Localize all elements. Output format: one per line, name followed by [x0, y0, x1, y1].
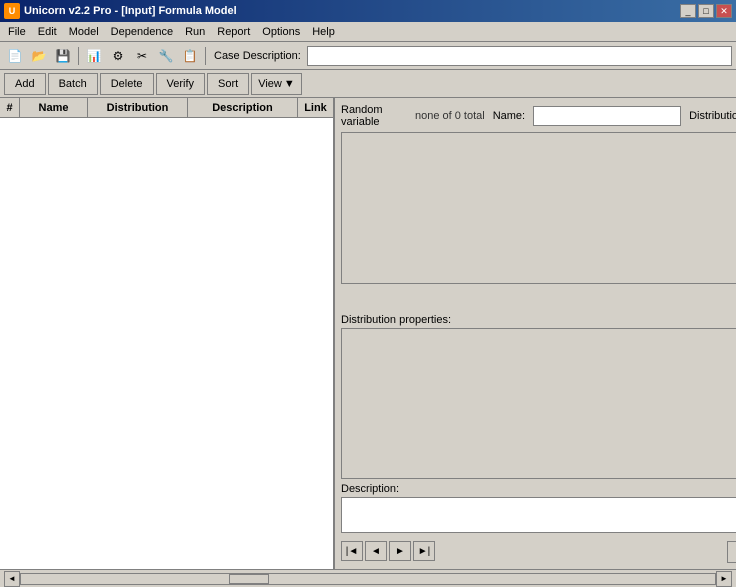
case-desc-input[interactable] [307, 46, 732, 66]
right-panel: Random variable none of 0 total Name: Di… [335, 98, 736, 569]
menu-file[interactable]: File [2, 22, 32, 41]
random-variable-label: Random variable [341, 104, 407, 128]
rv-name-input[interactable] [533, 106, 681, 126]
menu-options[interactable]: Options [256, 22, 306, 41]
menu-dependence[interactable]: Dependence [105, 22, 179, 41]
nav-last-button[interactable]: ►| [413, 541, 435, 561]
nav-prev-button[interactable]: ◄ [365, 541, 387, 561]
verify-button[interactable]: Verify [156, 73, 206, 95]
nav-buttons: |◄ ◄ ► ►| [341, 541, 435, 561]
batch-button[interactable]: Batch [48, 73, 98, 95]
sort-button[interactable]: Sort [207, 73, 249, 95]
scrollbar-thumb[interactable] [229, 574, 269, 584]
scrollbar[interactable] [20, 573, 716, 585]
view-arrow-icon: ▼ [284, 78, 295, 90]
col-header-link: Link [298, 98, 333, 117]
toolbar-separator-2 [205, 47, 206, 65]
maximize-button[interactable]: □ [698, 4, 714, 18]
description-input[interactable] [341, 497, 736, 533]
left-panel: # Name Distribution Description Link [0, 98, 335, 569]
open-button[interactable]: 📂 [28, 45, 50, 67]
title-bar: U Unicorn v2.2 Pro - [Input] Formula Mod… [0, 0, 736, 22]
col-header-name: Name [20, 98, 88, 117]
rv-canvas [341, 132, 736, 284]
minimize-button[interactable]: _ [680, 4, 696, 18]
formula-plot-tabs: Formula Plot [341, 288, 736, 310]
new-button[interactable]: 📄 [4, 45, 26, 67]
rv-add-button[interactable]: Add [727, 541, 736, 563]
col-header-distribution: Distribution [88, 98, 188, 117]
tool1-button[interactable]: ✂ [131, 45, 153, 67]
distribution-props-area [341, 328, 736, 480]
app-title: Unicorn v2.2 Pro - [Input] Formula Model [24, 5, 237, 17]
menu-bar: File Edit Model Dependence Run Report Op… [0, 22, 736, 42]
chart-button[interactable]: 📊 [83, 45, 105, 67]
menu-edit[interactable]: Edit [32, 22, 63, 41]
tool2-button[interactable]: 🔧 [155, 45, 177, 67]
toolbar-separator-1 [78, 47, 79, 65]
menu-model[interactable]: Model [63, 22, 105, 41]
menu-report[interactable]: Report [211, 22, 256, 41]
main-content: # Name Distribution Description Link Ran… [0, 98, 736, 569]
table-body[interactable] [0, 118, 333, 569]
action-bar: Add Batch Delete Verify Sort View ▼ [0, 70, 736, 98]
close-button[interactable]: ✕ [716, 4, 732, 18]
menu-run[interactable]: Run [179, 22, 211, 41]
rv-count: none of 0 total [415, 110, 485, 122]
case-desc-label: Case Description: [210, 50, 305, 62]
rv-name-label: Name: [493, 110, 525, 122]
save-button[interactable]: 💾 [52, 45, 74, 67]
col-header-hash: # [0, 98, 20, 117]
view-button[interactable]: View ▼ [251, 73, 302, 95]
nav-next-button[interactable]: ► [389, 541, 411, 561]
title-controls: _ □ ✕ [680, 4, 732, 18]
scroll-right-button[interactable]: ► [716, 571, 732, 587]
status-bar: ◄ ► [0, 569, 736, 587]
add-button[interactable]: Add [4, 73, 46, 95]
description-label: Description: [341, 483, 736, 495]
bottom-buttons: Add Delete [727, 541, 736, 563]
settings-button[interactable]: ⚙ [107, 45, 129, 67]
toolbar: 📄 📂 💾 📊 ⚙ ✂ 🔧 📋 Case Description: [0, 42, 736, 70]
scroll-left-button[interactable]: ◄ [4, 571, 20, 587]
distribution-props-label: Distribution properties: [341, 314, 736, 326]
menu-help[interactable]: Help [306, 22, 341, 41]
nav-first-button[interactable]: |◄ [341, 541, 363, 561]
table-header: # Name Distribution Description Link [0, 98, 333, 118]
rv-distribution-label: Distribution: [689, 110, 736, 122]
tool3-button[interactable]: 📋 [179, 45, 201, 67]
col-header-description: Description [188, 98, 298, 117]
app-icon: U [4, 3, 20, 19]
rv-section: Random variable none of 0 total Name: Di… [341, 104, 736, 128]
delete-button[interactable]: Delete [100, 73, 154, 95]
